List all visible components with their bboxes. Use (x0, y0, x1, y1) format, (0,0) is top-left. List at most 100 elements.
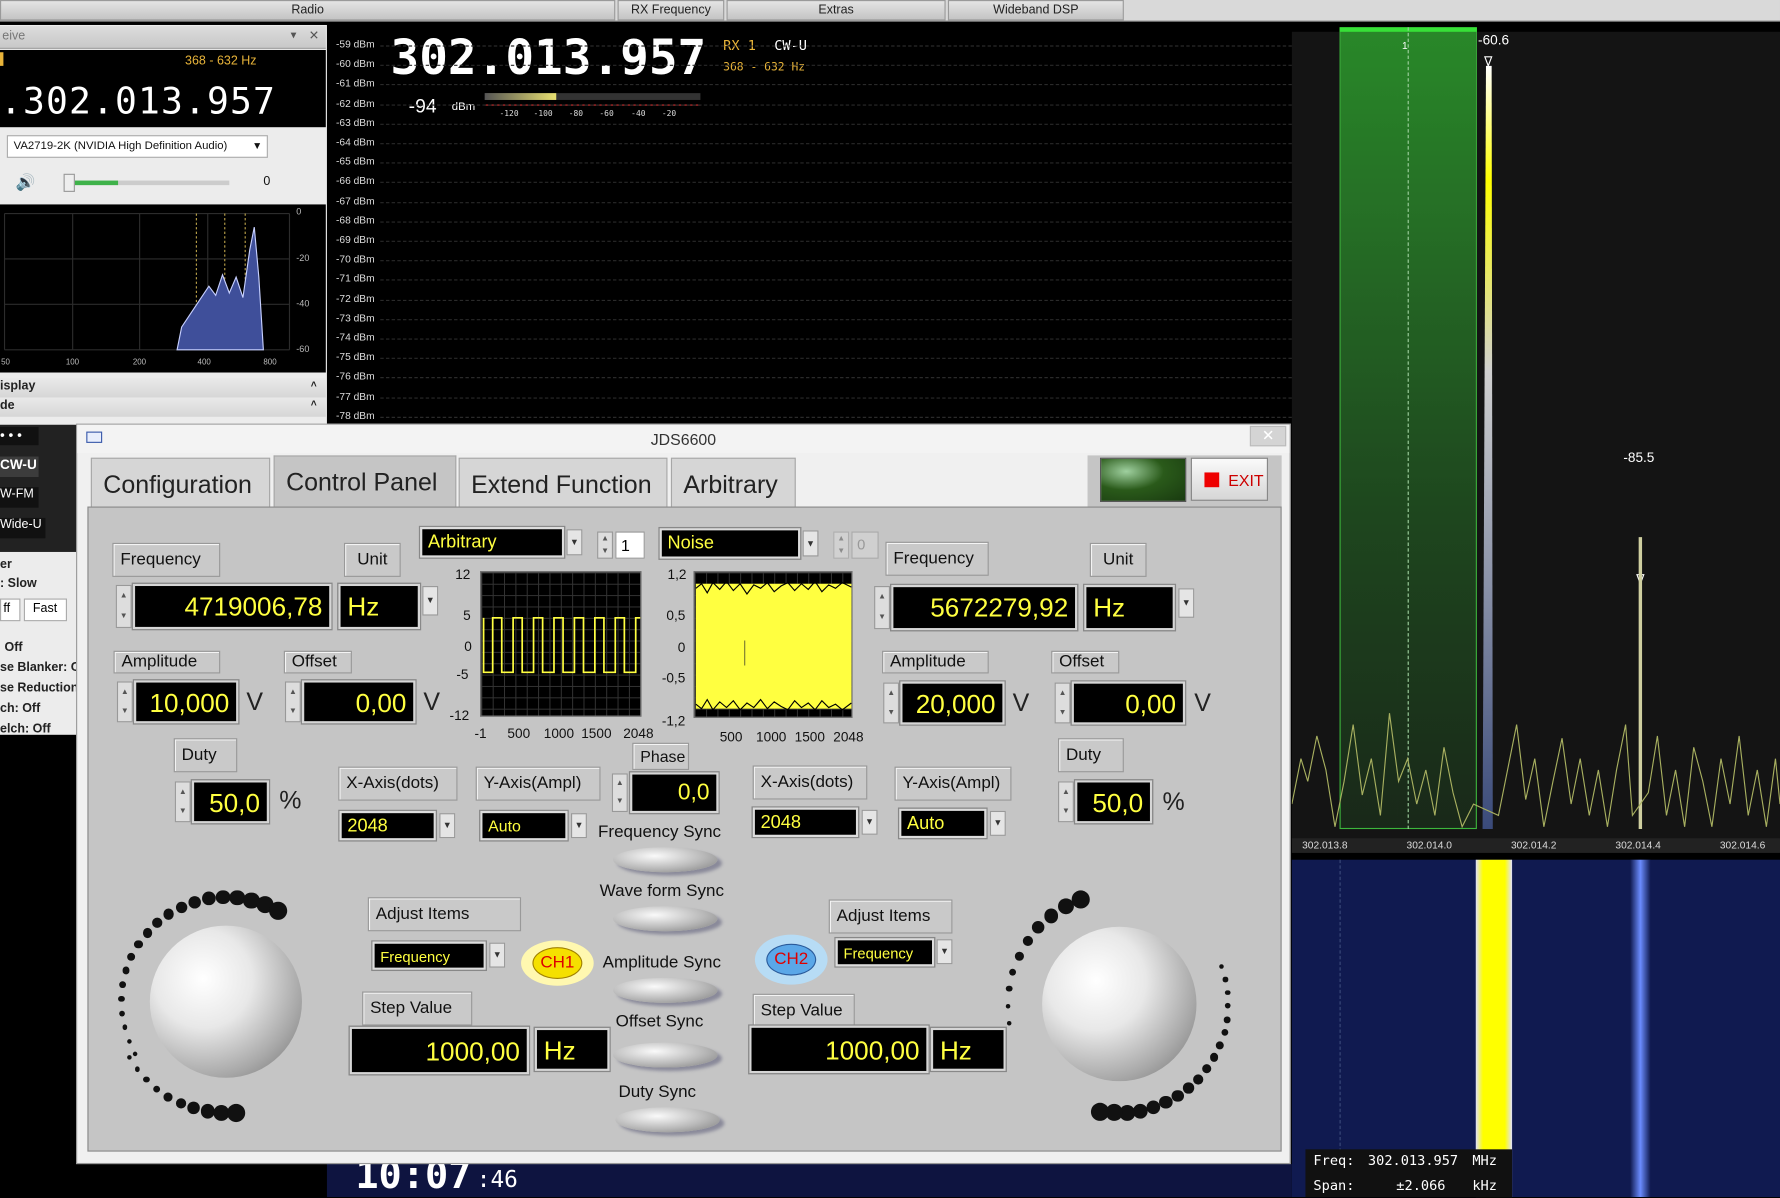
ch2-y-tick: 0 (677, 639, 686, 656)
ch2-amplitude-spinner[interactable]: ▲ ▼ (883, 682, 900, 724)
chevron-down-icon[interactable]: ▼ (1178, 588, 1195, 618)
freq-overlay-value: 302.013.957 (1367, 1152, 1459, 1169)
ch1-offset-field[interactable]: 0,00 (300, 679, 417, 725)
ch2-arb-index[interactable]: 0 (851, 531, 879, 559)
rx-filter-range-main: 368 - 632 Hz (723, 61, 806, 74)
amplitude-sync-button[interactable] (613, 977, 718, 1003)
ch1-duty-label: Duty (173, 738, 238, 773)
spectrum-x-tick: 302.014.2 (1510, 839, 1557, 851)
spectrum-trace (1291, 56, 1780, 830)
phase-label: Phase (632, 742, 690, 771)
ch1-adjust-items-label: Adjust Items (367, 897, 522, 932)
ch1-offset-spinner[interactable]: ▲ ▼ (284, 681, 301, 723)
spectrum-x-tick: 302.014.4 (1615, 839, 1661, 851)
ch1-duty-field[interactable]: 50,0 (190, 779, 271, 825)
mode-wide-u[interactable]: Wide-U (0, 517, 46, 539)
section-mode[interactable]: de ˄ (0, 397, 326, 417)
ch1-amplitude-field[interactable]: 10,000 (132, 679, 240, 725)
chevron-down-icon[interactable]: ▼ (489, 942, 506, 968)
ch1-frequency-field[interactable]: 4719006,78 (131, 582, 333, 631)
chevron-down-icon[interactable]: ▼ (861, 809, 878, 835)
ch2-adjust-knob[interactable] (1042, 926, 1197, 1082)
tab-arbitrary[interactable]: Arbitrary (670, 457, 796, 510)
tab-extend-function[interactable]: Extend Function (458, 457, 668, 510)
dbm-tick: -75 dBm (336, 351, 375, 363)
ch1-badge[interactable]: CH1 (521, 940, 594, 986)
ch2-amplitude-field[interactable]: 20,000 (899, 680, 1006, 726)
ch1-step-field[interactable]: 1000,00 (348, 1025, 531, 1076)
ch1-arb-spinner[interactable]: ▲ ▼ (597, 531, 614, 559)
knob-scale-dot (1022, 935, 1033, 947)
ch1-unit-select[interactable]: Hz (337, 582, 422, 631)
phase-field[interactable]: 0,0 (628, 771, 720, 815)
ch1-waveform-select[interactable]: Arbitrary (418, 525, 566, 559)
chevron-down-icon[interactable]: ▼ (989, 810, 1006, 836)
audio-device-select[interactable]: VA2719-2K (NVIDIA High Definition Audio)… (6, 135, 268, 158)
chevron-down-icon[interactable]: ▼ (802, 530, 819, 557)
agc-label: er (0, 557, 12, 572)
tab-extras[interactable]: Extras (726, 0, 946, 21)
chevron-down-icon[interactable]: ▼ (566, 529, 583, 556)
mode-w-fm[interactable]: W-FM (0, 487, 39, 508)
ch2-frequency-spinner[interactable]: ▲ ▼ (874, 586, 890, 630)
ch1-xaxis-select[interactable]: 2048 (338, 809, 438, 842)
waveform-sync-button[interactable] (613, 906, 718, 932)
ch2-arb-spinner[interactable]: ▲ ▼ (833, 531, 850, 559)
status-noise-blanker: se Blanker: O (0, 660, 81, 675)
more-modes-button[interactable]: • • • (0, 427, 39, 446)
ch2-offset-field[interactable]: 0,00 (1070, 680, 1187, 726)
chevron-down-icon[interactable]: ▼ (439, 813, 456, 839)
offset-sync-button[interactable] (613, 1042, 718, 1068)
chevron-down-icon[interactable]: ▾ (291, 30, 297, 42)
close-icon[interactable]: ✕ (309, 28, 319, 44)
ch1-yaxis-select[interactable]: Auto (479, 809, 569, 842)
ch2-yaxis-select[interactable]: Auto (897, 807, 988, 840)
exit-button[interactable]: EXIT (1190, 457, 1269, 501)
rx-frequency-display: 368 - 632 Hz .302.013.957 (0, 49, 326, 128)
ch2-waveform-select[interactable]: Noise (658, 526, 802, 560)
knob-scale-dot (226, 1103, 245, 1122)
audio-device-label: VA2719-2K (NVIDIA High Definition Audio) (13, 139, 228, 153)
volume-slider[interactable] (63, 173, 230, 192)
ch2-duty-spinner[interactable]: ▲ ▼ (1058, 781, 1074, 823)
tab-control-panel[interactable]: Control Panel (273, 455, 457, 510)
tab-rx-frequency[interactable]: RX Frequency (617, 0, 725, 21)
status-off: Off (4, 640, 23, 655)
tab-configuration[interactable]: Configuration (90, 457, 271, 510)
ch2-step-field[interactable]: 1000,00 (748, 1024, 930, 1075)
tab-wideband-dsp[interactable]: Wideband DSP (947, 0, 1124, 21)
volume-slider-thumb[interactable] (63, 173, 75, 192)
knob-scale-dot (1182, 1082, 1194, 1094)
agc-fast-button[interactable]: Fast (23, 598, 67, 622)
ch1-adjust-items-select[interactable]: Frequency (371, 940, 488, 972)
ch2-xaxis-select[interactable]: 2048 (751, 806, 860, 839)
phase-spinner[interactable]: ▲ ▼ (611, 773, 628, 813)
ch1-amplitude-spinner[interactable]: ▲ ▼ (116, 681, 133, 723)
dbm-tick: -72 dBm (336, 292, 375, 304)
ch2-adjust-items-select[interactable]: Frequency (834, 936, 936, 968)
frequency-sync-button[interactable] (613, 847, 718, 873)
ch1-duty-spinner[interactable]: ▲ ▼ (174, 781, 191, 823)
chevron-down-icon[interactable]: ▼ (936, 939, 953, 965)
ch1-arb-index[interactable]: 1 (615, 531, 645, 559)
rx-frequency[interactable]: .302.013.957 (0, 79, 276, 122)
close-icon[interactable]: ✕ (1249, 425, 1287, 447)
ch2-badge[interactable]: CH2 (754, 934, 828, 985)
ch2-frequency-field[interactable]: 5672279,92 (889, 583, 1079, 632)
duty-sync-button[interactable] (615, 1107, 720, 1133)
ch2-duty-field[interactable]: 50,0 (1073, 779, 1154, 825)
ch1-adjust-knob[interactable] (149, 925, 302, 1078)
main-frequency[interactable]: 302.013.957 (391, 30, 707, 86)
tab-radio[interactable]: Radio (0, 0, 616, 21)
ch2-unit-label: Unit (1089, 542, 1147, 577)
section-display[interactable]: isplay ˄ (0, 378, 326, 398)
ch1-frequency-spinner[interactable]: ▲ ▼ (115, 584, 132, 629)
speaker-icon[interactable]: 🔊 (16, 173, 36, 192)
chevron-down-icon[interactable]: ▼ (422, 586, 439, 616)
agc-off-button[interactable]: ff (0, 598, 21, 622)
knob-scale-dot (215, 890, 231, 905)
ch2-unit-select[interactable]: Hz (1082, 583, 1177, 632)
mode-cw-u[interactable]: CW-U (0, 456, 39, 477)
chevron-down-icon[interactable]: ▼ (571, 813, 587, 839)
ch2-offset-spinner[interactable]: ▲ ▼ (1054, 682, 1071, 724)
